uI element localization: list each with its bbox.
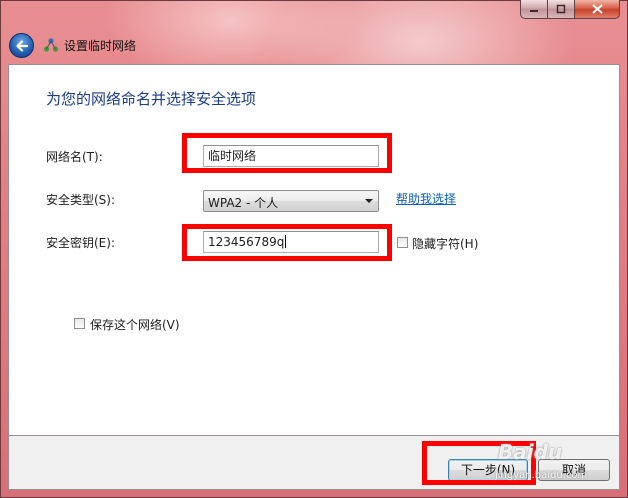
maximize-button[interactable] xyxy=(547,0,574,19)
back-button[interactable] xyxy=(9,33,34,58)
highlight-security-key xyxy=(182,224,392,261)
close-button[interactable] xyxy=(574,0,620,19)
hide-characters-checkbox[interactable] xyxy=(397,237,408,248)
security-key-label: 安全密钥(E): xyxy=(46,236,115,250)
security-type-dropdown[interactable]: WPA2 - 个人 xyxy=(203,190,379,212)
chevron-down-icon xyxy=(365,199,373,203)
minimize-button[interactable] xyxy=(520,0,547,19)
page-heading: 为您的网络命名并选择安全选项 xyxy=(46,90,257,108)
maximize-icon xyxy=(556,4,566,14)
security-type-value: WPA2 - 个人 xyxy=(208,196,279,210)
save-network-checkbox[interactable] xyxy=(74,318,85,329)
watermark-url: jingyan.baidu.com xyxy=(495,470,588,481)
back-arrow-icon xyxy=(15,39,28,52)
window-title: 设置临时网络 xyxy=(64,39,137,53)
minimize-icon xyxy=(530,10,538,12)
hide-characters-label: 隐藏字符(H) xyxy=(412,237,479,251)
watermark-logo: Baidu xyxy=(498,440,563,464)
highlight-network-name xyxy=(182,133,392,173)
help-me-choose-link[interactable]: 帮助我选择 xyxy=(396,190,456,207)
save-network-label: 保存这个网络(V) xyxy=(90,318,180,332)
close-icon xyxy=(591,4,603,14)
network-name-label: 网络名(T): xyxy=(46,150,103,164)
network-icon xyxy=(43,38,59,52)
security-type-label: 安全类型(S): xyxy=(46,193,116,207)
caption-buttons xyxy=(520,0,620,19)
